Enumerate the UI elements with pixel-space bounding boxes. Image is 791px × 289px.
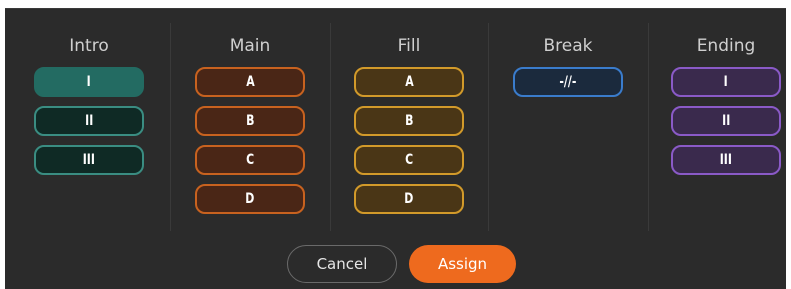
- cancel-button[interactable]: Cancel: [287, 245, 397, 283]
- fill-pad-b[interactable]: B: [354, 106, 464, 136]
- intro-column: Intro I II III: [10, 9, 168, 237]
- intro-pad-1[interactable]: I: [34, 67, 144, 97]
- main-column: Main A B C D: [171, 9, 329, 237]
- main-pad-d[interactable]: D: [195, 184, 305, 214]
- assign-button[interactable]: Assign: [409, 245, 516, 283]
- intro-title: Intro: [69, 36, 109, 56]
- intro-pad-2[interactable]: II: [34, 106, 144, 136]
- ending-pad-1[interactable]: I: [671, 67, 781, 97]
- fill-title: Fill: [397, 36, 421, 56]
- ending-column: Ending I II III: [648, 9, 791, 237]
- break-column: Break -//-: [489, 9, 647, 237]
- section-assign-panel: Intro I II III Main A B C D Fill A B C D…: [5, 8, 786, 289]
- main-pad-b[interactable]: B: [195, 106, 305, 136]
- break-pad[interactable]: -//-: [513, 67, 623, 97]
- intro-pad-3[interactable]: III: [34, 145, 144, 175]
- fill-pad-c[interactable]: C: [354, 145, 464, 175]
- break-title: Break: [543, 36, 593, 56]
- fill-column: Fill A B C D: [330, 9, 488, 237]
- fill-pad-a[interactable]: A: [354, 67, 464, 97]
- ending-pad-2[interactable]: II: [671, 106, 781, 136]
- main-title: Main: [229, 36, 271, 56]
- fill-pad-d[interactable]: D: [354, 184, 464, 214]
- main-pad-a[interactable]: A: [195, 67, 305, 97]
- main-pad-c[interactable]: C: [195, 145, 305, 175]
- ending-title: Ending: [696, 36, 756, 56]
- ending-pad-3[interactable]: III: [671, 145, 781, 175]
